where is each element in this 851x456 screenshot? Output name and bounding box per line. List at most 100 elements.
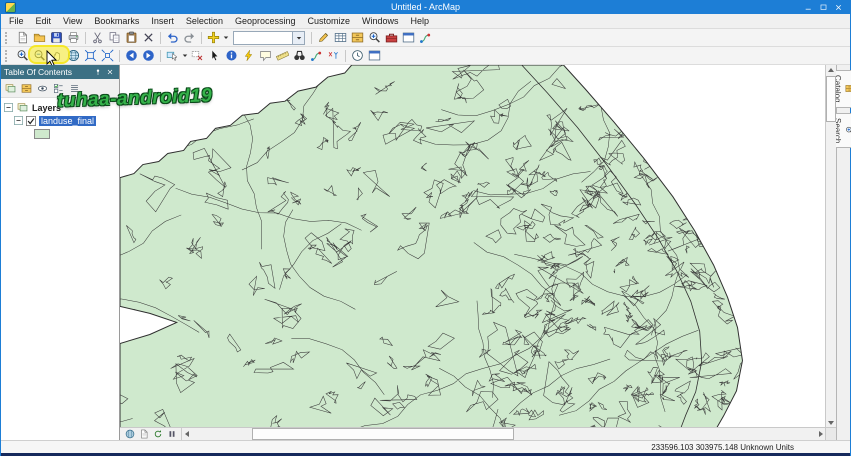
close-button[interactable] (831, 1, 846, 13)
zoom-in-button[interactable] (14, 48, 31, 63)
identify-button[interactable] (223, 48, 240, 63)
coordinate-readout: 233596.103 303975.148 Unknown Units (651, 442, 794, 452)
data-view-button[interactable] (123, 429, 136, 440)
add-data-dropdown-button[interactable] (222, 30, 230, 45)
measure-button[interactable] (274, 48, 291, 63)
add-data-button[interactable] (205, 30, 222, 45)
find-route-button[interactable] (308, 48, 325, 63)
go-to-xy-icon (327, 49, 340, 62)
pause-drawing-button[interactable] (165, 429, 178, 440)
menu-geoprocessing[interactable]: Geoprocessing (233, 16, 298, 26)
create-viewer-window-button[interactable] (366, 48, 383, 63)
select-elements-button[interactable] (206, 48, 223, 63)
refresh-view-button[interactable] (151, 429, 164, 440)
horizontal-scroll-thumb[interactable] (252, 428, 514, 440)
pause-drawing-icon (167, 429, 177, 439)
title-bar[interactable]: Untitled - ArcMap (1, 0, 850, 14)
menu-edit[interactable]: Edit (34, 16, 54, 26)
search-window-button[interactable] (366, 30, 383, 45)
toc-options-button[interactable] (67, 81, 82, 95)
print-button[interactable] (65, 30, 82, 45)
paste-button[interactable] (123, 30, 140, 45)
clear-selected-features-button[interactable] (189, 48, 206, 63)
copy-button[interactable] (106, 30, 123, 45)
table-of-contents-panel: Table Of Contents Layers landuse_final (1, 65, 120, 440)
scroll-up-button[interactable] (826, 65, 835, 75)
menu-view[interactable]: View (61, 16, 84, 26)
cut-button[interactable] (89, 30, 106, 45)
map-scale-combo[interactable] (233, 30, 305, 45)
model-builder-button[interactable] (417, 30, 434, 45)
toc-title: Table Of Contents (4, 67, 73, 77)
editor-toolbar-button[interactable] (315, 30, 332, 45)
layout-view-button[interactable] (137, 429, 150, 440)
html-popup-button[interactable] (257, 48, 274, 63)
table-of-contents-button[interactable] (332, 30, 349, 45)
map-vertical-scrollbar[interactable] (825, 65, 836, 428)
pan-button[interactable] (48, 48, 65, 63)
toolbar-grip[interactable] (5, 49, 10, 62)
time-slider-button[interactable] (349, 48, 366, 63)
redo-icon (183, 31, 196, 44)
map-canvas[interactable] (120, 65, 826, 428)
new-map-button[interactable] (14, 30, 31, 45)
menu-bookmarks[interactable]: Bookmarks (92, 16, 141, 26)
menu-file[interactable]: File (7, 16, 26, 26)
delete-button[interactable] (140, 30, 157, 45)
toc-auto-hide-button[interactable] (92, 66, 104, 78)
select-features-dropdown-button[interactable] (181, 48, 189, 63)
catalog-window-button[interactable] (349, 30, 366, 45)
fixed-zoom-in-button[interactable] (82, 48, 99, 63)
arctoolbox-button[interactable] (383, 30, 400, 45)
menu-help[interactable]: Help (409, 16, 432, 26)
toc-close-button[interactable] (104, 66, 116, 78)
toolbar-grip[interactable] (5, 31, 10, 44)
python-window-button[interactable] (400, 30, 417, 45)
map-scale-dropdown[interactable] (292, 31, 304, 44)
undo-button[interactable] (164, 30, 181, 45)
layers-group-row[interactable]: Layers (4, 101, 119, 114)
window-title: Untitled - ArcMap (390, 2, 461, 12)
fixed-zoom-out-button[interactable] (99, 48, 116, 63)
menu-insert[interactable]: Insert (149, 16, 176, 26)
scroll-left-button[interactable] (182, 428, 192, 439)
minimize-button[interactable] (801, 1, 816, 13)
hyperlink-button[interactable] (240, 48, 257, 63)
open-button[interactable] (31, 30, 48, 45)
fixed-zoom-out-icon (101, 49, 114, 62)
map-horizontal-scrollbar[interactable] (182, 428, 826, 440)
go-to-xy-button[interactable] (325, 48, 342, 63)
vertical-scroll-thumb[interactable] (826, 76, 836, 122)
chevron-down-icon (295, 34, 303, 42)
toc-header[interactable]: Table Of Contents (1, 65, 119, 79)
zoom-out-button[interactable] (31, 48, 48, 63)
select-features-button[interactable] (164, 48, 181, 63)
list-by-source-button[interactable] (19, 81, 34, 95)
select-features-icon (166, 49, 179, 62)
collapse-icon[interactable] (4, 103, 13, 112)
menu-selection[interactable]: Selection (184, 16, 225, 26)
go-back-extent-button[interactable] (123, 48, 140, 63)
save-button[interactable] (48, 30, 65, 45)
full-extent-button[interactable] (65, 48, 82, 63)
go-forward-extent-button[interactable] (140, 48, 157, 63)
list-by-visibility-button[interactable] (35, 81, 50, 95)
layer-row-landuse-final[interactable]: landuse_final (4, 114, 119, 127)
layer-visibility-checkbox[interactable] (26, 116, 36, 126)
list-by-selection-button[interactable] (51, 81, 66, 95)
search-window-icon (368, 31, 381, 44)
toc-close-icon (106, 68, 114, 76)
tools-toolbar (1, 47, 850, 65)
catalog-icon (845, 84, 851, 93)
maximize-button[interactable] (816, 1, 831, 13)
layer-symbol-row[interactable] (4, 127, 119, 140)
save-icon (50, 31, 63, 44)
list-by-drawing-order-button[interactable] (3, 81, 18, 95)
collapse-icon[interactable] (14, 116, 23, 125)
catalog-window-icon (351, 31, 364, 44)
menu-customize[interactable]: Customize (306, 16, 353, 26)
find-button[interactable] (291, 48, 308, 63)
menu-windows[interactable]: Windows (360, 16, 401, 26)
create-viewer-window-icon (368, 49, 381, 62)
redo-button[interactable] (181, 30, 198, 45)
